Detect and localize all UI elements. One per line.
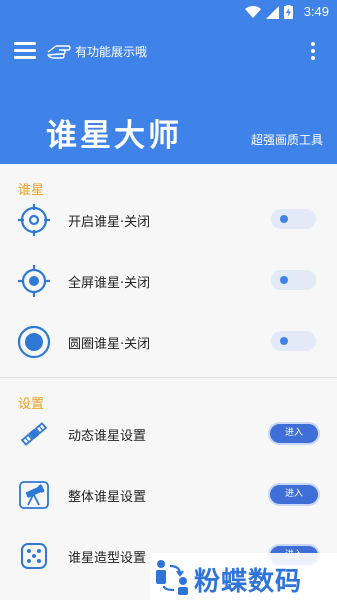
satellite-icon: [20, 422, 48, 446]
status-bar: 3:49: [0, 0, 337, 24]
status-time: 3:49: [303, 4, 329, 19]
dice-icon: [21, 543, 47, 569]
setting-row-dynamic-crosshair[interactable]: 动态谁星设置 进入: [0, 404, 337, 464]
setting-row-label: 圆圈谁星·关闭: [68, 337, 151, 352]
circle-crosshair-icon: [17, 325, 51, 359]
watermark: 粉蝶数码: [150, 553, 337, 600]
app-subtitle: 超强画质工具: [250, 133, 323, 147]
watermark-logo-icon: [156, 560, 188, 595]
status-icons: [245, 5, 293, 19]
enter-button[interactable]: 进入: [270, 424, 318, 443]
toggle-switch[interactable]: [271, 209, 316, 229]
section-divider: [0, 377, 337, 378]
app-title: 谁星大师: [46, 118, 182, 154]
menu-icon[interactable]: [14, 42, 36, 62]
fullscreen-crosshair-icon: [18, 265, 50, 297]
setting-row-enable-crosshair[interactable]: 开启谁星·关闭: [0, 190, 337, 250]
wifi-icon: [245, 5, 261, 18]
toggle-switch[interactable]: [271, 270, 316, 290]
battery-charging-icon: [284, 5, 293, 19]
toggle-knob: [280, 337, 288, 345]
crosshair-icon: [18, 204, 50, 236]
toggle-knob: [280, 215, 288, 223]
setting-row-label: 开启谁星·关闭: [68, 215, 151, 230]
app-header: 有功能展示哦 谁星大师 超强画质工具: [0, 24, 337, 164]
setting-row-overall-crosshair[interactable]: 整体谁星设置 进入: [0, 465, 337, 525]
header-tagline: 有功能展示哦: [75, 45, 148, 59]
toggle-switch[interactable]: [271, 331, 316, 351]
setting-row-label: 动态谁星设置: [68, 429, 147, 444]
telescope-icon: [19, 481, 49, 509]
enter-button[interactable]: 进入: [270, 485, 318, 504]
more-options-icon[interactable]: [311, 42, 315, 60]
setting-row-circle-crosshair[interactable]: 圆圈谁星·关闭: [0, 312, 337, 372]
setting-row-label: 整体谁星设置: [68, 490, 147, 505]
pointing-hand-icon: [47, 45, 71, 59]
watermark-text: 粉蝶数码: [194, 567, 303, 597]
toggle-knob: [280, 276, 288, 284]
signal-icon: [266, 5, 279, 19]
setting-row-label: 全屏谁星·关闭: [68, 276, 151, 291]
main-content: 谁星 开启谁星·关闭 全屏谁星·关闭 圆圈谁星·关闭 设置 动态谁星设置 进入 …: [0, 164, 337, 600]
setting-row-label: 谁星造型设置: [68, 551, 147, 566]
setting-row-fullscreen-crosshair[interactable]: 全屏谁星·关闭: [0, 251, 337, 311]
